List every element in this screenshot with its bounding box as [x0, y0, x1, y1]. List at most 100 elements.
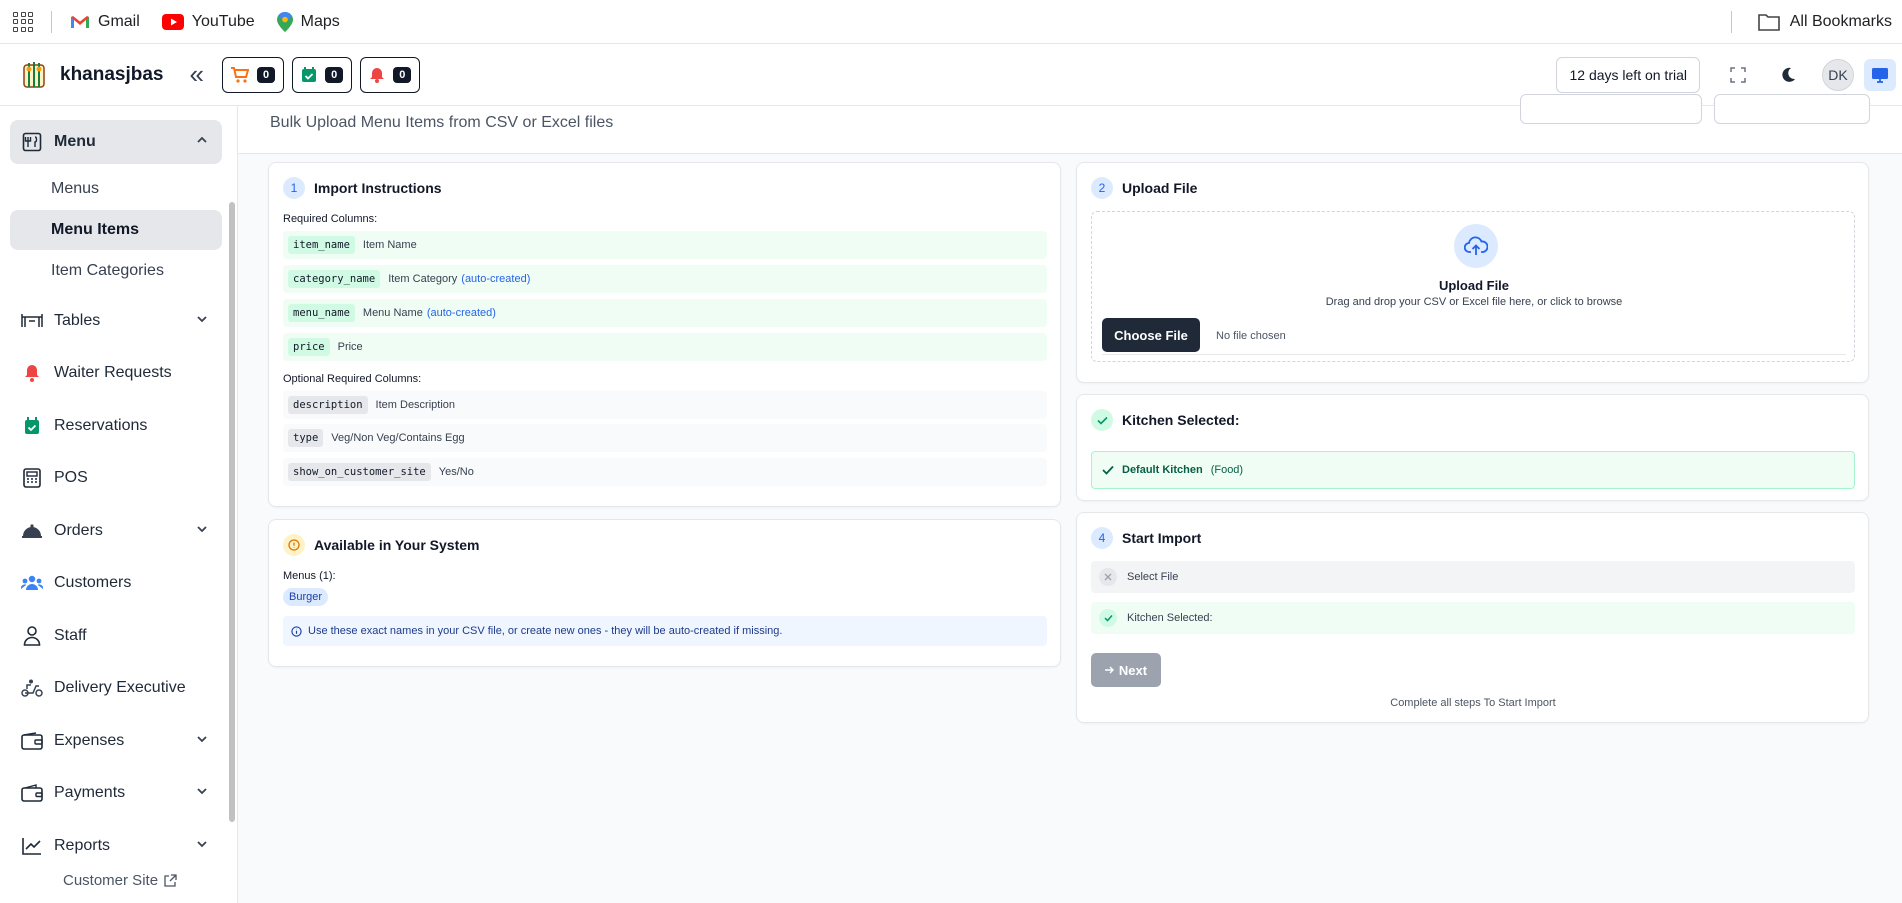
sidebar-item-menu-items[interactable]: Menu Items	[10, 209, 222, 250]
chevron-down-icon	[197, 840, 207, 847]
main-content: Bulk Upload Menu Items from CSV or Excel…	[238, 94, 1902, 903]
sidebar: Menu Menus Menu Items Item Categories Ta…	[0, 106, 238, 903]
auto-created-note: (auto-created)	[461, 273, 531, 285]
upload-file-card: 2 Upload File Upload File Drag and drop …	[1076, 162, 1869, 383]
trial-badge[interactable]: 12 days left on trial	[1556, 57, 1700, 93]
header-action-button[interactable]	[1520, 94, 1702, 124]
selected-kitchen[interactable]: Default Kitchen (Food)	[1091, 451, 1855, 489]
calendar-check-icon	[25, 416, 39, 434]
sidebar-item-label: Menu	[54, 133, 96, 150]
auto-created-note: (auto-created)	[426, 307, 496, 319]
chevron-up-icon	[197, 136, 207, 143]
sidebar-item-menu[interactable]: Menu	[10, 120, 222, 164]
cart-count: 0	[256, 66, 276, 83]
kitchen-name: Default Kitchen	[1122, 464, 1203, 476]
sidebar-item-item-categories[interactable]: Item Categories	[10, 251, 222, 291]
column-desc: Item Category	[388, 273, 458, 285]
sidebar-item-delivery-executive[interactable]: Delivery Executive	[10, 666, 222, 710]
brand-name: khanasjbas	[60, 63, 164, 85]
sidebar-item-expenses[interactable]: Expenses	[10, 719, 222, 763]
sidebar-item-tables[interactable]: Tables	[10, 299, 222, 343]
bell-icon	[25, 365, 39, 382]
divider	[51, 10, 52, 33]
step-badge: 1	[283, 177, 305, 199]
info-text: Use these exact names in your CSV file, …	[308, 625, 783, 637]
users-icon	[21, 575, 43, 590]
start-import-card: 4 Start Import Select File Kitchen Selec…	[1076, 512, 1869, 723]
sidebar-item-menus[interactable]: Menus	[10, 169, 222, 209]
sidebar-item-label: POS	[54, 469, 88, 486]
chevron-down-icon	[197, 315, 207, 322]
chart-icon	[22, 837, 41, 855]
bookmark-label: Maps	[300, 12, 340, 30]
table-icon	[21, 313, 43, 327]
sidebar-item-label: Reservations	[54, 416, 148, 434]
avatar[interactable]: DK	[1822, 59, 1854, 91]
sidebar-item-reservations[interactable]: Reservations	[10, 404, 222, 448]
column-desc: Price	[337, 341, 363, 353]
reservations-button[interactable]: 0	[292, 56, 353, 93]
upload-subtitle: Drag and drop your CSV or Excel file her…	[1325, 296, 1623, 308]
next-button[interactable]: Next	[1091, 653, 1161, 687]
available-card: Available in Your System Menus (1): Burg…	[268, 519, 1061, 667]
header-action-button[interactable]	[1714, 94, 1870, 124]
notifications-button[interactable]: 0	[360, 56, 421, 93]
sidebar-item-staff[interactable]: Staff	[10, 614, 222, 658]
sidebar-item-payments[interactable]: Payments	[10, 771, 222, 815]
sidebar-item-customers[interactable]: Customers	[10, 561, 222, 605]
dark-mode-icon[interactable]	[1772, 59, 1804, 91]
brand[interactable]: khanasjbas	[18, 59, 164, 91]
upload-dropzone[interactable]: Upload File Drag and drop your CSV or Ex…	[1091, 211, 1855, 362]
column-desc: Item Name	[362, 239, 417, 251]
kitchen-type: (Food)	[1210, 464, 1244, 476]
info-icon	[283, 534, 305, 556]
chevron-down-icon	[197, 525, 207, 532]
arrow-right-icon	[1104, 666, 1114, 674]
column-key: menu_name	[288, 304, 355, 322]
no-file-text: No file chosen	[1216, 330, 1286, 342]
bookmark-youtube[interactable]: YouTube	[161, 13, 255, 31]
sidebar-item-pos[interactable]: POS	[10, 456, 222, 500]
bookmark-maps[interactable]: Maps	[276, 11, 340, 32]
column-desc: Menu Name	[362, 307, 423, 319]
next-label: Next	[1118, 662, 1148, 678]
check-icon	[1091, 409, 1113, 431]
sidebar-item-waiter-requests[interactable]: Waiter Requests	[10, 351, 222, 395]
card-title: Available in Your System	[283, 534, 479, 556]
cart-icon	[230, 66, 249, 83]
card-title-text: Upload File	[1122, 180, 1198, 196]
monitor-icon[interactable]	[1864, 59, 1896, 91]
info-box: Use these exact names in your CSV file, …	[283, 616, 1047, 646]
sidebar-item-label: Orders	[54, 521, 103, 539]
optional-columns-label: Optional Required Columns:	[283, 373, 422, 385]
complete-hint: Complete all steps To Start Import	[1390, 697, 1556, 709]
required-column-row: item_name Item Name	[283, 231, 1047, 259]
column-key: category_name	[288, 270, 381, 288]
bookmark-gmail[interactable]: Gmail	[70, 13, 140, 31]
customer-site-link[interactable]: Customer Site	[0, 857, 237, 903]
import-instructions-card: 1 Import Instructions Required Columns: …	[268, 162, 1061, 507]
calendar-check-icon	[302, 66, 317, 82]
apps-grid-icon[interactable]	[13, 11, 33, 32]
choose-file-button[interactable]: Choose File	[1102, 318, 1200, 352]
customer-site-label: Customer Site	[63, 871, 159, 889]
check-icon	[1102, 465, 1114, 475]
optional-column-row: type Veg/Non Veg/Contains Egg	[283, 424, 1047, 452]
card-title-text: Start Import	[1122, 530, 1202, 546]
sidebar-item-orders[interactable]: Orders	[10, 509, 222, 553]
page-header: Bulk Upload Menu Items from CSV or Excel…	[238, 94, 1902, 154]
required-column-row: price Price	[283, 333, 1047, 361]
divider	[1102, 354, 1846, 355]
column-desc: Item Description	[375, 399, 456, 411]
required-column-row: category_name Item Category (auto-create…	[283, 265, 1047, 293]
cart-button[interactable]: 0	[221, 56, 285, 93]
card-title: 1 Import Instructions	[283, 177, 442, 199]
optional-column-row: description Item Description	[283, 391, 1047, 419]
collapse-sidebar-icon[interactable]: «	[190, 59, 204, 90]
sidebar-scrollbar[interactable]	[229, 202, 235, 822]
chevron-down-icon	[197, 788, 207, 795]
cloche-icon	[22, 523, 42, 538]
fullscreen-icon[interactable]	[1722, 59, 1754, 91]
card-title: 2 Upload File	[1091, 177, 1197, 199]
all-bookmarks-link[interactable]: All Bookmarks	[1790, 13, 1892, 31]
